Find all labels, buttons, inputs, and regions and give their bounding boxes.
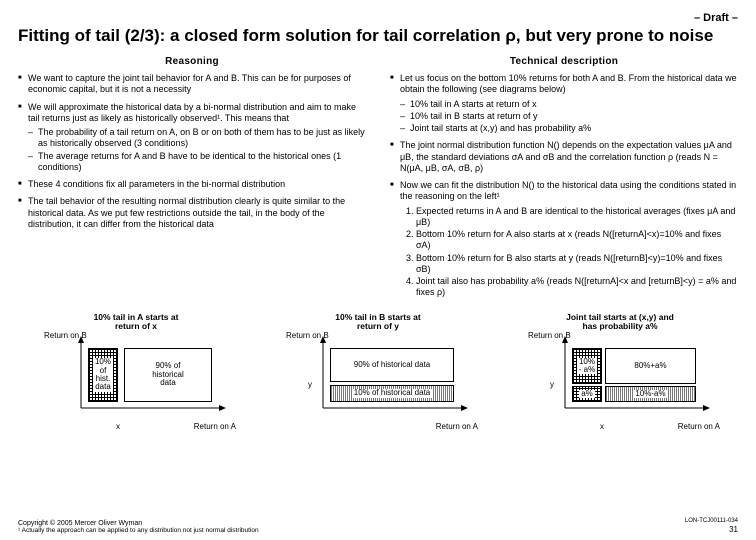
text: Let us focus on the bottom 10% returns f… — [400, 73, 737, 94]
copyright: Copyright © 2005 Mercer Oliver Wyman — [18, 520, 738, 527]
reasoning-bullet: The tail behavior of the resulting norma… — [18, 196, 366, 230]
text: We will approximate the historical data … — [28, 102, 356, 123]
tech-sub: 10% tail in A starts at return of x — [400, 99, 738, 110]
label: 90% of historical data — [152, 362, 184, 387]
reasoning-bullet: We want to capture the joint tail behavi… — [18, 73, 366, 96]
label: 10% of historical data — [352, 389, 433, 397]
tech-sub: Joint tail starts at (x,y) and has proba… — [400, 123, 738, 134]
y-tick: y — [550, 380, 554, 389]
label: 10%-a% — [633, 390, 667, 398]
box-tr: 80%+a% — [605, 348, 696, 384]
reasoning-sub: The average returns for A and B have to … — [28, 151, 366, 174]
technical-head: Technical description — [390, 56, 738, 67]
label: a% — [579, 390, 595, 398]
hist-90-box: 90% of historical data — [330, 348, 454, 382]
box-bl: a% — [572, 386, 602, 402]
text: Now we can fit the distribution N() to t… — [400, 180, 736, 201]
draft-label: – Draft – — [18, 12, 738, 24]
box-br: 10%-a% — [605, 386, 696, 402]
tech-bullet: The joint normal distribution function N… — [390, 140, 738, 174]
tech-bullet: Now we can fit the distribution N() to t… — [390, 180, 738, 299]
diag-b-title: 10% tail in B starts at return of y — [335, 313, 421, 333]
diagram-b: 10% tail in B starts at return of y Retu… — [260, 313, 496, 422]
hist-90-box: 90% of historical data — [124, 348, 212, 402]
tech-step: Expected returns in A and B are identica… — [416, 206, 738, 229]
diagrams-row: 10% tail in A starts at return of x Retu… — [18, 313, 738, 422]
tech-bullet: Let us focus on the bottom 10% returns f… — [390, 73, 738, 134]
page-number: 31 — [729, 525, 738, 534]
reasoning-sub: The probability of a tail return on A, o… — [28, 127, 366, 150]
reasoning-bullet: These 4 conditions fix all parameters in… — [18, 179, 366, 190]
x-axis-label: Return on A — [678, 422, 720, 431]
tech-step: Joint tail also has probability a% (read… — [416, 276, 738, 299]
footnote: ¹ Actually the approach can be applied t… — [18, 527, 738, 534]
diag-joint-title: Joint tail starts at (x,y) and has proba… — [566, 313, 674, 333]
diagram-a: 10% tail in A starts at return of x Retu… — [18, 313, 254, 422]
x-axis-label: Return on A — [436, 422, 478, 431]
label: 80%+a% — [634, 362, 666, 370]
reasoning-bullet: We will approximate the historical data … — [18, 102, 366, 174]
technical-column: Technical description Let us focus on th… — [390, 56, 738, 305]
reasoning-column: Reasoning We want to capture the joint t… — [18, 56, 366, 305]
doc-id: LON-TCJ00111-034 — [685, 518, 738, 524]
diagram-joint: Joint tail starts at (x,y) and has proba… — [502, 313, 738, 422]
page-title: Fitting of tail (2/3): a closed form sol… — [18, 26, 738, 46]
x-axis-label: Return on A — [194, 422, 236, 431]
hist-10-box: 10% of historical data — [330, 385, 454, 402]
tech-step: Bottom 10% return for A also starts at x… — [416, 229, 738, 252]
footer: Copyright © 2005 Mercer Oliver Wyman ¹ A… — [18, 520, 738, 534]
y-tick: y — [308, 380, 312, 389]
content-columns: Reasoning We want to capture the joint t… — [18, 56, 738, 305]
label: 10% of hist. data — [93, 358, 113, 392]
x-tick: x — [600, 422, 604, 431]
label: 10% - a% — [577, 358, 597, 375]
x-tick: x — [116, 422, 120, 431]
tech-step: Bottom 10% return for B also starts at y… — [416, 253, 738, 276]
label: 90% of historical data — [354, 361, 431, 369]
diag-a-title: 10% tail in A starts at return of x — [94, 313, 179, 333]
box-tl: 10% - a% — [572, 348, 602, 384]
tech-sub: 10% tail in B starts at return of y — [400, 111, 738, 122]
reasoning-head: Reasoning — [18, 56, 366, 67]
hist-10-box: 10% of hist. data — [88, 348, 118, 402]
